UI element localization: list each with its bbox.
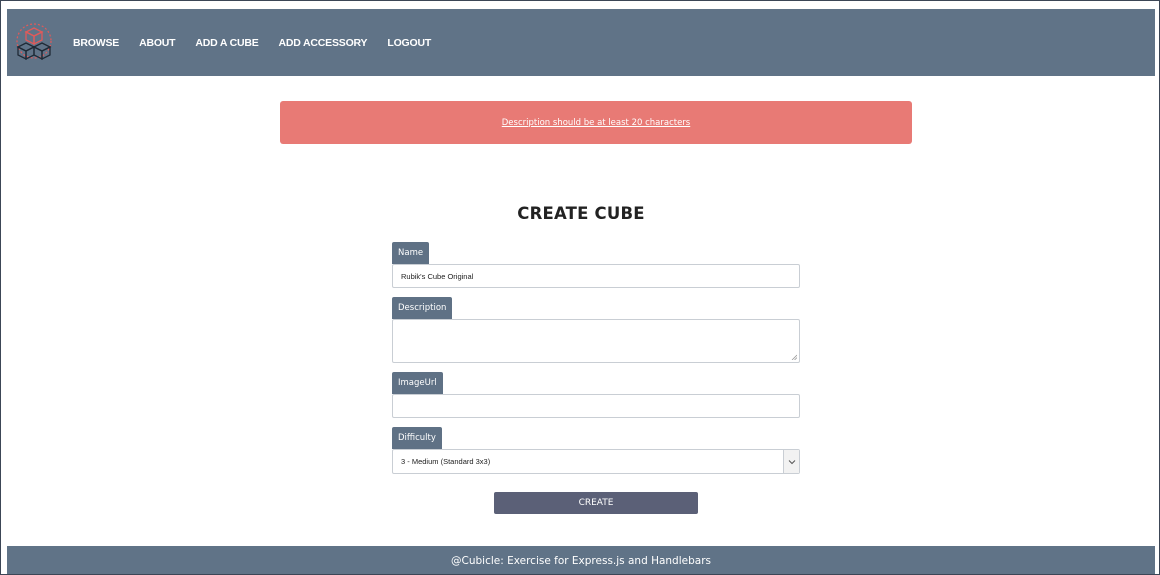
difficulty-select[interactable]: 3 - Medium (Standard 3x3) (392, 449, 800, 474)
nav-link-browse[interactable]: BROWSE (73, 37, 119, 49)
image-url-input[interactable] (392, 394, 800, 418)
nav-link-add-accessory[interactable]: ADD ACCESSORY (279, 37, 368, 49)
form-title: CREATE CUBE (517, 204, 645, 223)
create-button[interactable]: CREATE (494, 492, 698, 514)
cube-stack-logo-icon[interactable] (11, 20, 57, 66)
name-input-value: Rubik's Cube Original (401, 271, 474, 281)
resize-grip-icon[interactable] (791, 354, 797, 360)
chevron-down-icon-svg (788, 459, 795, 464)
navbar: BROWSE ABOUT ADD A CUBE ADD ACCESSORY LO… (7, 9, 1155, 76)
description-textarea[interactable] (392, 319, 800, 363)
nav-links: BROWSE ABOUT ADD A CUBE ADD ACCESSORY LO… (73, 37, 451, 49)
nav-link-logout[interactable]: LOGOUT (387, 37, 431, 49)
nav-link-add-a-cube[interactable]: ADD A CUBE (195, 37, 258, 49)
cube-stack-logo-icon-svg (16, 22, 52, 60)
name-input[interactable]: Rubik's Cube Original (392, 264, 800, 288)
difficulty-label: Difficulty (392, 427, 442, 449)
image-url-label: ImageUrl (392, 372, 443, 394)
difficulty-selected-value: 3 - Medium (Standard 3x3) (401, 457, 491, 466)
nav-link-about[interactable]: ABOUT (139, 37, 176, 49)
error-alert: Description should be at least 20 charac… (280, 101, 912, 144)
footer-text: @Cubicle: Exercise for Express.js and Ha… (451, 555, 711, 567)
footer: @Cubicle: Exercise for Express.js and Ha… (7, 546, 1155, 574)
error-alert-message[interactable]: Description should be at least 20 charac… (502, 118, 690, 128)
name-label: Name (392, 242, 430, 264)
page-frame: BROWSE ABOUT ADD A CUBE ADD ACCESSORY LO… (0, 0, 1160, 575)
chevron-down-icon[interactable] (783, 450, 799, 473)
description-label: Description (392, 297, 453, 319)
